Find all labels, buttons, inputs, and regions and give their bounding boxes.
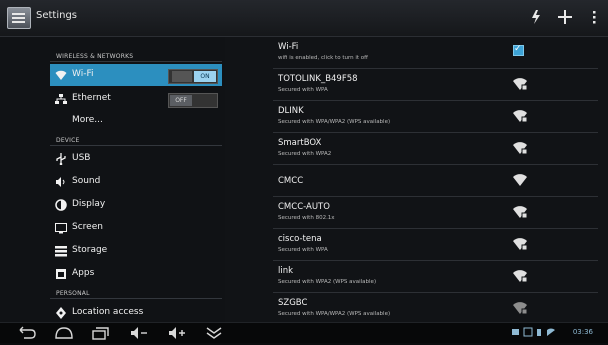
wifi-master-switch[interactable]: Wi-Fi wifi is enabled, click to turn it …: [273, 37, 598, 69]
system-navigation-bar: 03:36: [0, 322, 608, 343]
network-name: DLINK: [278, 106, 304, 116]
network-name: link: [278, 266, 294, 276]
network-name: SZGBC: [278, 298, 308, 308]
wifi-signal-locked-icon: [513, 206, 527, 218]
sidebar-item-label: Display: [72, 199, 106, 209]
sidebar-item-label: Sound: [72, 176, 101, 186]
wifi-signal-locked-icon: [513, 110, 527, 122]
wifi-signal-locked-icon: [513, 302, 527, 314]
wifi-signal-locked-icon: [513, 238, 527, 250]
wifi-icon: [55, 69, 67, 81]
network-security: Secured with WPA/WPA2 (WPS available): [278, 311, 391, 317]
sidebar-item-sound[interactable]: Sound: [50, 171, 222, 193]
action-bar: Settings: [0, 0, 608, 37]
location-icon: [55, 307, 67, 319]
back-icon[interactable]: [16, 325, 38, 341]
section-header-wireless: WIRELESS & NETWORKS: [56, 53, 134, 60]
network-item[interactable]: SmartBOX Secured with WPA2: [273, 133, 598, 165]
network-name: CMCC-AUTO: [278, 202, 330, 212]
network-item[interactable]: link Secured with WPA2 (WPS available): [273, 261, 598, 293]
settings-sidebar: WIRELESS & NETWORKS Wi-Fi ON Ethernet OF…: [0, 37, 225, 322]
recent-apps-icon[interactable]: [90, 325, 112, 341]
toggle-label: ON: [194, 71, 216, 82]
network-item[interactable]: CMCC-AUTO Secured with 802.1x: [273, 197, 598, 229]
page-title: Settings: [36, 10, 78, 21]
wifi-enabled-checkbox[interactable]: [513, 44, 524, 56]
screen-icon: [55, 222, 67, 234]
ethernet-toggle[interactable]: OFF: [168, 93, 218, 108]
sidebar-item-usb[interactable]: USB: [50, 148, 222, 170]
speaker-icon: [55, 176, 67, 188]
sidebar-item-screen[interactable]: Screen: [50, 217, 222, 239]
usb-icon: [55, 153, 67, 166]
network-name: CMCC: [278, 176, 304, 186]
wifi-status-text: wifi is enabled, click to turn it off: [278, 55, 368, 61]
section-header-personal: PERSONAL: [56, 290, 90, 297]
ethernet-icon: [55, 93, 67, 105]
network-security: Secured with 802.1x: [278, 215, 335, 221]
sidebar-item-label: USB: [72, 153, 91, 163]
network-name: SmartBOX: [278, 138, 322, 148]
network-security: Secured with WPA: [278, 247, 328, 253]
sidebar-item-display[interactable]: Display: [50, 194, 222, 216]
sidebar-item-ethernet[interactable]: Ethernet OFF: [50, 88, 222, 110]
network-security: Secured with WPA: [278, 87, 328, 93]
wifi-signal-locked-icon: [513, 78, 527, 90]
sidebar-item-label: More...: [72, 115, 103, 125]
settings-app-icon[interactable]: [7, 7, 31, 29]
status-area[interactable]: [512, 327, 562, 339]
sidebar-item-label: Ethernet: [72, 93, 111, 103]
sidebar-item-label: Storage: [72, 245, 108, 255]
network-security: Secured with WPA2 (WPS available): [278, 279, 377, 285]
divider: [50, 61, 222, 62]
clock: 03:36: [572, 328, 593, 336]
home-icon[interactable]: [53, 325, 75, 341]
wifi-signal-locked-icon: [513, 270, 527, 282]
network-security: Secured with WPA/WPA2 (WPS available): [278, 119, 391, 125]
overflow-menu-icon[interactable]: [583, 6, 605, 28]
network-item[interactable]: cisco-tena Secured with WPA: [273, 229, 598, 261]
refresh-icon[interactable]: [525, 6, 547, 28]
network-name: cisco-tena: [278, 234, 322, 244]
sidebar-item-location-access[interactable]: Location access: [50, 302, 222, 324]
sidebar-item-apps[interactable]: Apps: [50, 263, 222, 285]
wifi-signal-icon: [513, 174, 527, 186]
network-item[interactable]: TOTOLINK_B49F58 Secured with WPA: [273, 69, 598, 101]
wifi-network-list: Wi-Fi wifi is enabled, click to turn it …: [225, 37, 608, 322]
storage-icon: [55, 245, 67, 257]
notification-icons: [512, 327, 555, 337]
sidebar-item-more[interactable]: More...: [50, 110, 222, 132]
volume-up-icon[interactable]: [166, 325, 188, 341]
divider: [50, 145, 222, 146]
sidebar-item-storage[interactable]: Storage: [50, 240, 222, 262]
add-icon[interactable]: [554, 6, 576, 28]
wifi-signal-locked-icon: [513, 142, 527, 154]
network-item[interactable]: DLINK Secured with WPA/WPA2 (WPS availab…: [273, 101, 598, 133]
network-name: TOTOLINK_B49F58: [278, 74, 358, 84]
sidebar-item-wifi[interactable]: Wi-Fi ON: [50, 64, 222, 86]
collapse-icon[interactable]: [203, 325, 225, 341]
sidebar-item-label: Screen: [72, 222, 103, 232]
wifi-title: Wi-Fi: [278, 42, 299, 52]
divider: [50, 298, 222, 299]
brightness-icon: [55, 199, 67, 211]
sidebar-item-label: Location access: [72, 307, 144, 317]
network-item[interactable]: CMCC: [273, 165, 598, 197]
sidebar-item-label: Apps: [72, 268, 95, 278]
apps-icon: [55, 268, 67, 280]
wifi-toggle[interactable]: ON: [168, 69, 218, 84]
sidebar-item-label: Wi-Fi: [72, 69, 94, 79]
network-security: Secured with WPA2: [278, 151, 332, 157]
volume-down-icon[interactable]: [128, 325, 150, 341]
network-item[interactable]: SZGBC Secured with WPA/WPA2 (WPS availab…: [273, 293, 598, 324]
toggle-label: OFF: [170, 95, 192, 106]
section-header-device: DEVICE: [56, 137, 80, 144]
